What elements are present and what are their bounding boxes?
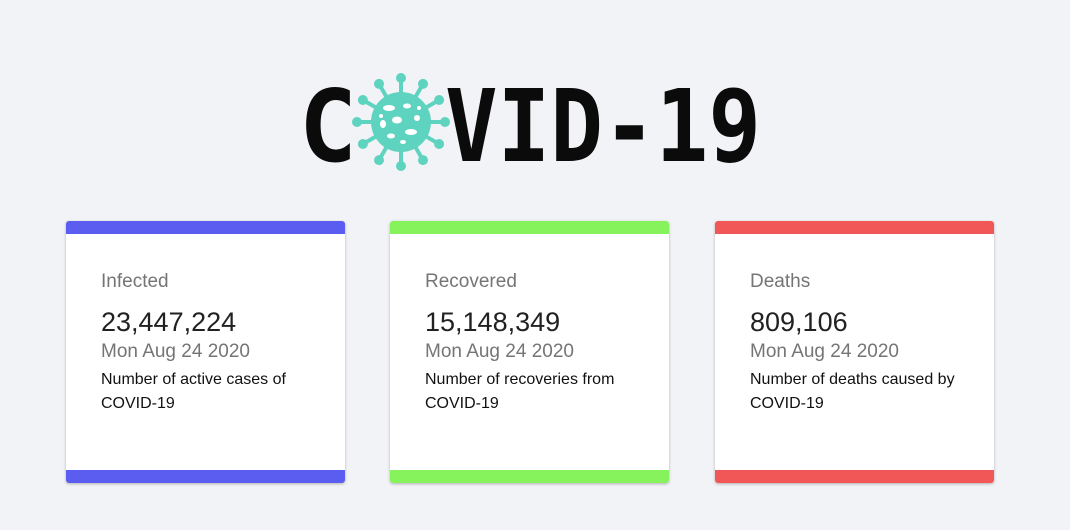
card-accent-bar-top bbox=[66, 221, 345, 234]
covid-logo-graphic: C VID-19 bbox=[299, 68, 761, 176]
virus-spike-tip bbox=[374, 155, 384, 166]
virus-spot bbox=[403, 103, 411, 109]
recovered-card: Recovered 15,148,349 Mon Aug 24 2020 Num… bbox=[390, 221, 669, 483]
infected-card: Infected 23,447,224 Mon Aug 24 2020 Numb… bbox=[66, 221, 345, 483]
card-accent-bar-bottom bbox=[390, 470, 669, 483]
virus-spike-tip bbox=[374, 78, 384, 89]
card-date: Mon Aug 24 2020 bbox=[425, 341, 574, 362]
card-accent-bar-bottom bbox=[66, 470, 345, 483]
card-value: 809,106 bbox=[750, 307, 848, 337]
logo-text-vid19: VID-19 bbox=[445, 68, 761, 176]
card-date: Mon Aug 24 2020 bbox=[101, 341, 250, 362]
virus-spike-tip bbox=[357, 95, 368, 105]
virus-spot bbox=[405, 129, 417, 135]
logo-text-c: C bbox=[299, 68, 357, 176]
virus-spike-tip bbox=[434, 95, 445, 105]
virus-spot bbox=[417, 106, 421, 110]
card-title: Deaths bbox=[750, 271, 811, 292]
virus-spot bbox=[414, 115, 420, 121]
virus-spot bbox=[400, 140, 406, 144]
covid-logo: C VID-19 bbox=[299, 68, 761, 176]
virus-spot bbox=[387, 133, 395, 139]
card-value: 15,148,349 bbox=[425, 307, 561, 337]
card-accent-bar-top bbox=[390, 221, 669, 234]
virus-spike-tip bbox=[418, 155, 428, 166]
stats-cards: Infected 23,447,224 Mon Aug 24 2020 Numb… bbox=[66, 221, 994, 483]
card-accent-bar-top bbox=[715, 221, 994, 234]
virus-spike-tip bbox=[352, 117, 362, 127]
card-accent-bar-bottom bbox=[715, 470, 994, 483]
card-description: Number of active cases of COVID-19 bbox=[101, 371, 286, 412]
virus-spike-tip bbox=[434, 139, 445, 149]
virus-spike-tip bbox=[396, 161, 406, 171]
card-description: Number of recoveries from COVID-19 bbox=[425, 371, 615, 412]
deaths-card: Deaths 809,106 Mon Aug 24 2020 Number of… bbox=[715, 221, 994, 483]
virus-spot bbox=[379, 114, 383, 118]
virus-spot bbox=[383, 105, 395, 111]
virus-spot bbox=[392, 116, 402, 124]
card-value: 23,447,224 bbox=[101, 307, 237, 337]
card-title: Recovered bbox=[425, 271, 517, 292]
virus-spot bbox=[380, 120, 386, 128]
card-description: Number of deaths caused by COVID-19 bbox=[750, 371, 955, 412]
virus-icon bbox=[352, 73, 450, 171]
virus-spike-tip bbox=[357, 139, 368, 149]
card-date: Mon Aug 24 2020 bbox=[750, 341, 899, 362]
virus-spike-tip bbox=[418, 78, 428, 89]
card-title: Infected bbox=[101, 271, 169, 292]
virus-spike-tip bbox=[396, 73, 406, 83]
